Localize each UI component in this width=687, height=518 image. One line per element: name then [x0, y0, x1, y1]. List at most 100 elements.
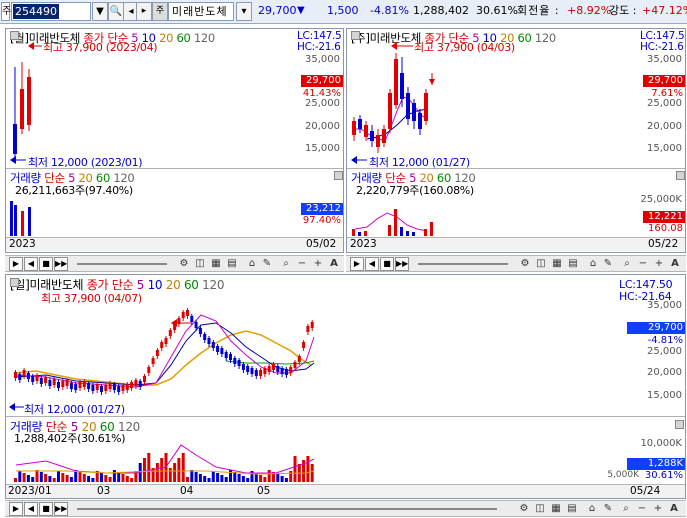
scroll-first-icon[interactable]: ▶	[9, 502, 23, 516]
monthly-nav-bar: ▶ ◀ ■ ▶▶ ⚙ ◫ ▦ ▤ ⌂ ✎ ⌕ − + A	[5, 255, 344, 272]
volume-ratio: 30.61%	[476, 4, 518, 17]
zoom-icon[interactable]: ⌕	[620, 257, 634, 271]
grid-icon[interactable]: ▦	[549, 502, 563, 516]
zoom-slider[interactable]	[77, 508, 497, 510]
volume-bar	[216, 473, 220, 482]
volume-bar	[112, 470, 116, 482]
volume-bar	[48, 476, 52, 482]
volume-pct: 30.61%	[644, 470, 683, 481]
strength-value: +47.12%	[642, 4, 687, 17]
monthly-chart-pane: [월]미래반도체 종가 단순 5 10 20 60 120 LC:147.5 H…	[5, 28, 344, 253]
scroll-left-icon[interactable]: ◀	[365, 257, 379, 271]
scroll-first-icon[interactable]: ▶	[350, 257, 364, 271]
grid-icon[interactable]: ▦	[209, 257, 223, 271]
settings-icon[interactable]: ⚙	[518, 257, 532, 271]
name-dropdown-icon[interactable]: ▾	[236, 2, 252, 21]
volume-bar	[194, 472, 198, 482]
daily-nav-bar: ▶ ◀ ■ ▶▶ ⚙ ◫ ▦ ▤ ⌂ ✎ ⌕ − + A	[5, 500, 686, 517]
scroll-right-icon[interactable]: ▶▶	[395, 257, 409, 271]
volume-bar	[203, 476, 207, 482]
stop-icon[interactable]: ■	[39, 257, 53, 271]
date-label: 04	[180, 485, 194, 497]
scroll-left-icon[interactable]: ◀	[24, 257, 38, 271]
date-label: 05/24	[630, 485, 661, 497]
date-label: 05	[257, 485, 271, 497]
stop-icon[interactable]: ■	[39, 502, 53, 516]
draw-icon[interactable]: ✎	[601, 502, 615, 516]
weekly-chart-pane: [주]미래반도체 종가 단순 5 10 20 60 120 LC:147.5 H…	[346, 28, 686, 253]
indicator-icon[interactable]: ◫	[533, 502, 547, 516]
vol-ytick: 5,000K	[607, 470, 639, 480]
search-icon[interactable]: 🔍	[108, 2, 124, 21]
minus-icon[interactable]: −	[295, 257, 309, 271]
draw-icon[interactable]: ✎	[601, 257, 615, 271]
auto-icon[interactable]: A	[327, 257, 341, 271]
volume-bar	[155, 463, 159, 482]
scroll-left-icon[interactable]: ◀	[24, 502, 38, 516]
volume-bar	[168, 468, 172, 482]
price-change: 1,500	[327, 4, 359, 17]
volume-bar	[190, 470, 194, 482]
volume-bar	[173, 463, 177, 482]
plus-icon[interactable]: +	[311, 257, 325, 271]
zoom-icon[interactable]: ⌕	[619, 502, 633, 516]
chevron-right-icon[interactable]: ▸	[136, 2, 152, 21]
volume-bar	[82, 474, 86, 482]
volume-bar	[125, 476, 129, 482]
indicator-icon[interactable]: ◫	[193, 257, 207, 271]
layout-icon[interactable]: ▤	[565, 502, 579, 516]
date-label: 03	[97, 485, 111, 497]
stock-name-chip[interactable]: 주	[152, 2, 168, 21]
indicator-icon[interactable]: ◫	[534, 257, 548, 271]
compare-icon[interactable]: ⌂	[586, 257, 600, 271]
plus-icon[interactable]: +	[652, 257, 666, 271]
volume-bar	[310, 464, 314, 482]
volume-bar	[87, 476, 91, 482]
scroll-first-icon[interactable]: ▶	[9, 257, 23, 271]
weekly-volume-bars	[352, 209, 433, 236]
volume-badge: 12,221	[643, 211, 685, 223]
date-label: 2023	[9, 238, 36, 250]
layout-icon[interactable]: ▤	[566, 257, 580, 271]
volume-bar	[100, 473, 103, 482]
settings-icon[interactable]: ⚙	[517, 502, 531, 516]
compare-icon[interactable]: ⌂	[585, 502, 599, 516]
dropdown-arrow-icon[interactable]: ▼	[92, 2, 108, 21]
volume-bar	[121, 474, 125, 482]
daily-chart-pane: [일]미래반도체 종가 단순 5 10 20 60 120 LC:147.50 …	[5, 274, 686, 499]
minus-icon[interactable]: −	[635, 502, 649, 516]
volume-pct: 160.08	[648, 223, 683, 234]
plus-icon[interactable]: +	[651, 502, 665, 516]
weekly-nav-bar: ▶ ◀ ■ ▶▶ ⚙ ◫ ▦ ▤ ⌂ ✎ ⌕ − + A	[346, 255, 686, 272]
stock-code-input[interactable]: 254490	[11, 2, 91, 21]
volume-bar	[284, 478, 288, 482]
volume-bar	[259, 475, 263, 482]
layout-icon[interactable]: ▤	[225, 257, 239, 271]
volume-bar	[207, 478, 211, 482]
volume-bar	[241, 476, 245, 482]
volume-bar	[18, 471, 22, 482]
stock-code-value: 254490	[13, 4, 59, 19]
volume-bar	[61, 473, 65, 482]
draw-icon[interactable]: ✎	[260, 257, 274, 271]
scroll-right-icon[interactable]: ▶▶	[54, 257, 68, 271]
stop-icon[interactable]: ■	[380, 257, 394, 271]
grid-icon[interactable]: ▦	[550, 257, 564, 271]
market-selector[interactable]: 주	[1, 2, 11, 21]
minus-icon[interactable]: −	[636, 257, 650, 271]
volume-bar	[293, 456, 297, 482]
compare-icon[interactable]: ⌂	[245, 257, 259, 271]
volume-bar	[108, 477, 112, 482]
auto-icon[interactable]: A	[668, 257, 682, 271]
volume-bar	[181, 453, 185, 482]
zoom-slider[interactable]	[77, 263, 167, 265]
volume-bar	[52, 478, 56, 482]
zoom-slider[interactable]	[418, 263, 508, 265]
volume-bar	[35, 470, 39, 482]
zoom-icon[interactable]: ⌕	[279, 257, 293, 271]
volume: 1,288,402	[413, 4, 469, 17]
settings-icon[interactable]: ⚙	[177, 257, 191, 271]
volume-bar	[177, 458, 181, 482]
auto-icon[interactable]: A	[667, 502, 681, 516]
scroll-right-icon[interactable]: ▶▶	[54, 502, 68, 516]
